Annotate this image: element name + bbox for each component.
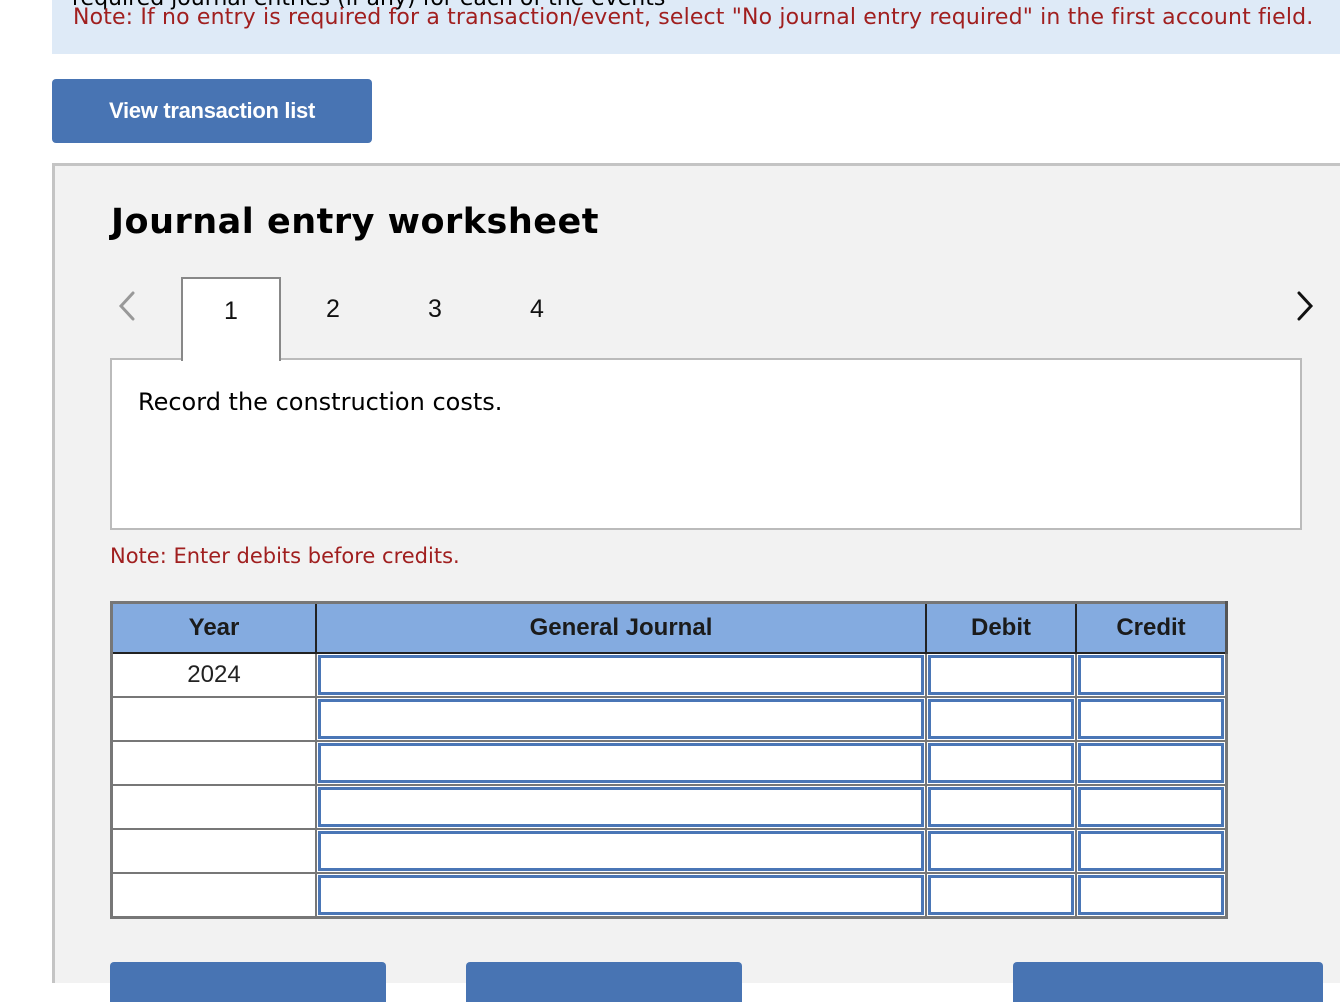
credit-cell	[1075, 652, 1228, 698]
year-cell: 2024	[110, 652, 317, 698]
credit-input[interactable]	[1078, 655, 1224, 695]
tab-3[interactable]: 3	[385, 277, 485, 360]
credit-input[interactable]	[1078, 743, 1224, 783]
no-entry-note: Note: If no entry is required for a tran…	[73, 5, 1314, 30]
year-cell	[110, 828, 317, 874]
debit-cell	[925, 696, 1077, 742]
table-row	[110, 828, 1228, 874]
column-header-year: Year	[110, 601, 317, 654]
table-row	[110, 784, 1228, 830]
debits-before-credits-note: Note: Enter debits before credits.	[110, 544, 460, 568]
debit-input[interactable]	[928, 655, 1074, 695]
table-row: 2024	[110, 652, 1228, 698]
chevron-left-icon	[118, 291, 135, 321]
table-header-row: Year General Journal Debit Credit	[110, 601, 1228, 654]
debit-input[interactable]	[928, 743, 1074, 783]
account-cell	[315, 696, 927, 742]
journal-entry-worksheet: Journal entry worksheet 1 2 3 4 Record t…	[52, 163, 1340, 1002]
instruction-banner: required journal entries (if any) for ea…	[52, 0, 1340, 54]
next-entry-button[interactable]	[1293, 289, 1317, 323]
year-cell	[110, 696, 317, 742]
account-cell	[315, 740, 927, 786]
year-cell	[110, 740, 317, 786]
credit-cell	[1075, 740, 1228, 786]
credit-input[interactable]	[1078, 699, 1224, 739]
year-cell	[110, 784, 317, 830]
tab-2[interactable]: 2	[283, 277, 383, 360]
debit-cell	[925, 784, 1077, 830]
credit-cell	[1075, 828, 1228, 874]
entry-description-box: Record the construction costs.	[110, 358, 1302, 530]
account-cell	[315, 652, 927, 698]
year-cell	[110, 872, 317, 919]
record-entry-button[interactable]	[110, 962, 386, 1002]
worksheet-title: Journal entry worksheet	[111, 202, 599, 242]
account-dropdown-field[interactable]	[318, 875, 924, 915]
debit-input[interactable]	[928, 699, 1074, 739]
previous-entry-button[interactable]	[115, 289, 139, 323]
column-header-general-journal: General Journal	[315, 601, 927, 654]
account-cell	[315, 828, 927, 874]
debit-cell	[925, 872, 1077, 919]
credit-cell	[1075, 872, 1228, 919]
view-general-journal-button[interactable]	[1013, 962, 1323, 1002]
account-dropdown-field[interactable]	[318, 655, 924, 695]
debit-cell	[925, 828, 1077, 874]
credit-input[interactable]	[1078, 875, 1224, 915]
debit-input[interactable]	[928, 787, 1074, 827]
credit-input[interactable]	[1078, 831, 1224, 871]
table-row	[110, 696, 1228, 742]
column-header-debit: Debit	[925, 601, 1077, 654]
column-header-credit: Credit	[1075, 601, 1228, 654]
view-transaction-list-button[interactable]: View transaction list	[52, 79, 372, 143]
general-journal-table: Year General Journal Debit Credit 2024	[110, 601, 1228, 919]
debit-input[interactable]	[928, 831, 1074, 871]
account-dropdown-field[interactable]	[318, 743, 924, 783]
credit-cell	[1075, 696, 1228, 742]
credit-input[interactable]	[1078, 787, 1224, 827]
tab-1[interactable]: 1	[181, 277, 281, 361]
entry-description: Record the construction costs.	[138, 388, 503, 416]
account-dropdown-field[interactable]	[318, 699, 924, 739]
account-cell	[315, 872, 927, 919]
tab-4[interactable]: 4	[487, 277, 587, 360]
chevron-right-icon	[1297, 291, 1314, 321]
clear-entry-button[interactable]	[466, 962, 742, 1002]
table-row	[110, 872, 1228, 919]
account-dropdown-field[interactable]	[318, 787, 924, 827]
table-row	[110, 740, 1228, 786]
debit-cell	[925, 652, 1077, 698]
credit-cell	[1075, 784, 1228, 830]
account-dropdown-field[interactable]	[318, 831, 924, 871]
debit-input[interactable]	[928, 875, 1074, 915]
debit-cell	[925, 740, 1077, 786]
account-cell	[315, 784, 927, 830]
